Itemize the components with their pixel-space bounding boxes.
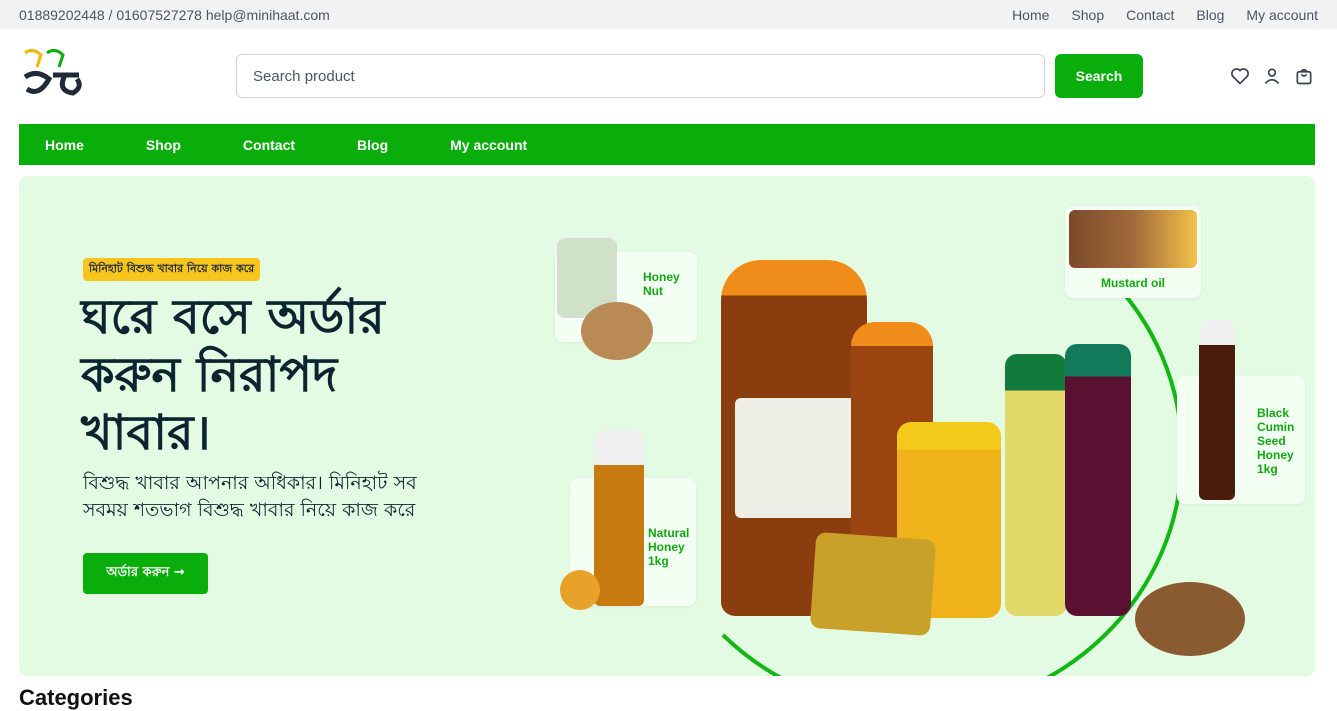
honey-nut-label: Honey Nut — [643, 270, 680, 298]
mustard-oil-label-image — [735, 398, 855, 518]
black-seed-oil-bottle-image — [1065, 344, 1131, 616]
product-card-natural-honey[interactable]: Natural Honey 1kg — [560, 430, 696, 610]
hero-badge: মিনিহাট বিশুদ্ধ খাবার নিয়ে কাজ করে — [83, 258, 261, 281]
mustard-seeds-image — [1069, 210, 1197, 268]
logo[interactable] — [19, 47, 89, 107]
nav-blog[interactable]: Blog — [357, 137, 388, 153]
product-card-honey-nut[interactable]: Honey Nut — [555, 238, 697, 360]
top-links: Home Shop Contact Blog My account — [1012, 7, 1318, 23]
product-card-mustard-oil[interactable]: Mustard oil — [1065, 206, 1201, 298]
top-link-shop[interactable]: Shop — [1071, 7, 1104, 23]
honey-bottle-image — [594, 430, 644, 606]
top-link-contact[interactable]: Contact — [1126, 7, 1174, 23]
coconuts-image — [1135, 582, 1245, 656]
contact-info: 01889202448 / 01607527278 help@minihaat.… — [19, 6, 330, 23]
search-input[interactable] — [236, 54, 1045, 98]
order-now-button[interactable]: অর্ডার করুন → — [83, 553, 208, 594]
black-cumin-bottle-image — [1199, 320, 1235, 500]
hero-subtitle: বিশুদ্ধ খাবার আপনার অধিকার। মিনিহাট সব স… — [83, 472, 417, 521]
top-link-blog[interactable]: Blog — [1196, 7, 1224, 23]
heart-icon[interactable] — [1230, 66, 1250, 86]
user-icon[interactable] — [1262, 66, 1282, 86]
top-link-account[interactable]: My account — [1246, 7, 1318, 23]
header: Search — [0, 29, 1337, 124]
honeycomb-image — [560, 570, 600, 610]
top-bar: 01889202448 / 01607527278 help@minihaat.… — [0, 0, 1337, 29]
nuts-bowl-image — [581, 302, 653, 360]
nav-home[interactable]: Home — [45, 137, 84, 153]
bag-icon[interactable] — [1294, 66, 1314, 86]
header-icons — [1230, 66, 1315, 86]
main-nav: Home Shop Contact Blog My account — [19, 124, 1315, 165]
turmeric-pack-image — [809, 531, 937, 637]
top-link-home[interactable]: Home — [1012, 7, 1049, 23]
black-cumin-label: Black Cumin Seed Honey 1kg — [1257, 406, 1295, 476]
hero-title: ঘরে বসে অর্ডার করুন নিরাপদ খাবার। — [81, 289, 385, 461]
nav-contact[interactable]: Contact — [243, 137, 295, 153]
categories-heading: Categories — [19, 685, 133, 710]
nav-shop[interactable]: Shop — [146, 137, 181, 153]
natural-honey-label: Natural Honey 1kg — [648, 526, 690, 568]
mustard-oil-label: Mustard oil — [1101, 276, 1166, 290]
coconut-oil-bottle-image — [1005, 354, 1067, 616]
search-button[interactable]: Search — [1055, 54, 1143, 98]
hero-banner: মিনিহাট বিশুদ্ধ খাবার নিয়ে কাজ করে ঘরে … — [19, 176, 1315, 676]
search-bar: Search — [236, 54, 1143, 98]
product-card-black-cumin[interactable]: Black Cumin Seed Honey 1kg — [1177, 320, 1305, 504]
nav-my-account[interactable]: My account — [450, 137, 527, 153]
